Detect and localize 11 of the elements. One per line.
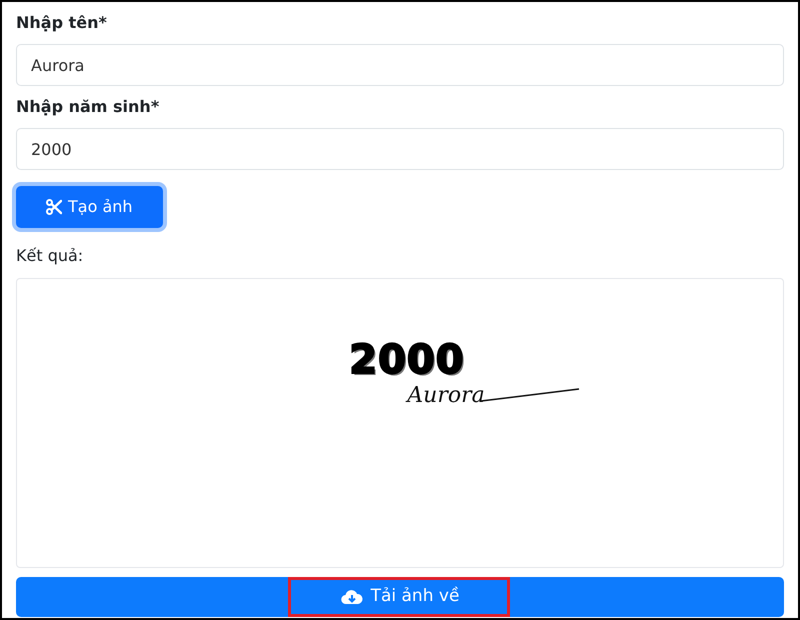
result-label: Kết quả: <box>16 245 84 267</box>
create-image-button[interactable]: Tạo ảnh <box>16 186 163 228</box>
field-label: Nhập tên* <box>16 12 108 34</box>
scissors-icon <box>46 199 62 215</box>
input-field[interactable]: Aurora <box>16 44 784 86</box>
signature-text: Aurora <box>407 383 485 409</box>
field-label: Nhập năm sinh* <box>16 96 160 118</box>
cloud-download-icon <box>340 589 363 605</box>
year-text: 2000 <box>349 339 465 381</box>
download-button[interactable]: Tải ảnh về <box>16 577 784 617</box>
input-field[interactable]: 2000 <box>16 128 784 170</box>
